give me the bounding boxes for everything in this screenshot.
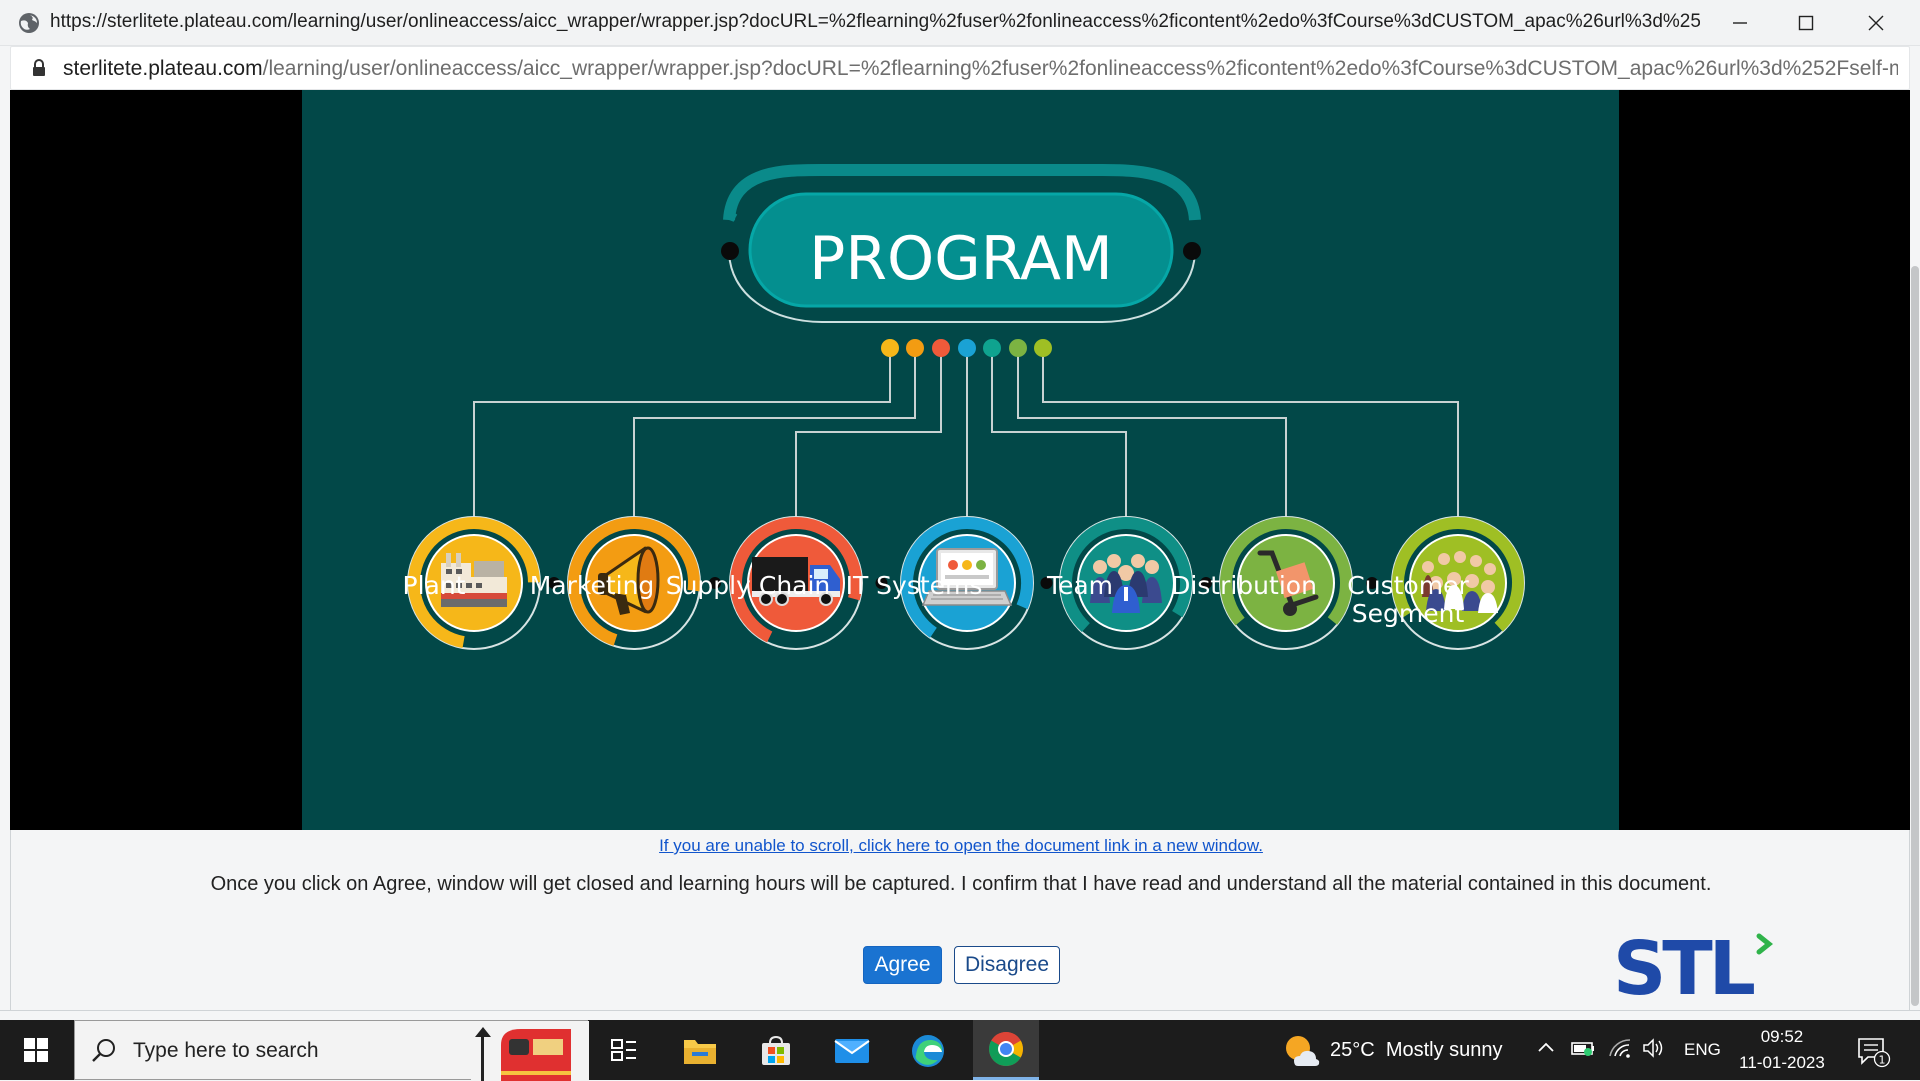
node-label-supply-chain: Supply Chain bbox=[666, 571, 831, 600]
node-label-plant: Plant bbox=[403, 571, 466, 600]
address-bar[interactable]: sterlitete.plateau.com/learning/user/onl… bbox=[10, 46, 1910, 90]
search-highlight-train-icon bbox=[471, 1021, 589, 1081]
program-diagram: PROGRAM Plant Marketing Supply Chain IT … bbox=[403, 164, 1525, 650]
connector-dot bbox=[932, 339, 950, 357]
chrome-icon bbox=[989, 1031, 1023, 1066]
search-icon bbox=[92, 1039, 115, 1062]
taskbar-search-box[interactable]: Type here to search bbox=[74, 1020, 589, 1081]
agree-button[interactable]: Agree bbox=[863, 946, 942, 984]
wifi-icon[interactable] bbox=[1608, 1038, 1632, 1058]
weather-text: 25°C Mostly sunny bbox=[1330, 1039, 1503, 1062]
edge-icon bbox=[912, 1035, 944, 1067]
maximize-icon bbox=[1798, 15, 1814, 31]
store-icon bbox=[762, 1035, 790, 1065]
weather-temperature: 25°C bbox=[1330, 1039, 1375, 1061]
minimize-button[interactable] bbox=[1718, 6, 1762, 40]
connector-dot bbox=[983, 339, 1001, 357]
page-scrollbar[interactable] bbox=[1910, 90, 1920, 1010]
windows-taskbar: Type here to search 25°C Mostly sunny EN… bbox=[0, 1020, 1920, 1081]
maximize-button[interactable] bbox=[1784, 6, 1828, 40]
folder-icon bbox=[684, 1040, 716, 1064]
weather-condition: Mostly sunny bbox=[1385, 1039, 1503, 1061]
taskbar-edge[interactable] bbox=[897, 1026, 959, 1076]
node-label-distribution: Distribution bbox=[1171, 571, 1317, 600]
connector-dot bbox=[1009, 339, 1027, 357]
taskbar-chrome[interactable] bbox=[973, 1020, 1039, 1080]
course-slide: PROGRAM Plant Marketing Supply Chain IT … bbox=[302, 90, 1619, 830]
stl-logo: STL bbox=[1613, 930, 1774, 1000]
taskbar-task-view[interactable] bbox=[593, 1026, 655, 1076]
lock-icon bbox=[33, 59, 45, 76]
disagree-button[interactable]: Disagree bbox=[954, 946, 1060, 984]
minimize-icon bbox=[1733, 22, 1747, 24]
confirmation-text: Once you click on Agree, window will get… bbox=[210, 873, 1712, 895]
connector-dots bbox=[881, 339, 1052, 357]
url-path: /learning/user/onlineaccess/aicc_wrapper… bbox=[262, 57, 1898, 80]
volume-icon[interactable] bbox=[1642, 1038, 1666, 1058]
connector-dot bbox=[881, 339, 899, 357]
taskbar-file-explorer[interactable] bbox=[669, 1026, 731, 1076]
battery-icon[interactable] bbox=[1570, 1038, 1596, 1058]
close-icon bbox=[1868, 15, 1884, 31]
windows-logo-icon bbox=[24, 1038, 48, 1062]
url-host: sterlitete.plateau.com bbox=[63, 57, 263, 80]
scrollbar-thumb[interactable] bbox=[1911, 266, 1919, 1006]
svg-text:STL: STL bbox=[1613, 930, 1755, 1000]
heading-right-dot bbox=[1183, 242, 1201, 260]
taskbar-mail[interactable] bbox=[821, 1026, 883, 1076]
connector-dot bbox=[906, 339, 924, 357]
mail-icon bbox=[834, 1039, 870, 1063]
connector-lines bbox=[473, 350, 1459, 520]
clock-date[interactable]: 11-01-2023 bbox=[1734, 1053, 1830, 1073]
open-document-link[interactable]: If you are unable to scroll, click here … bbox=[11, 836, 1911, 856]
popup-title-bar: https://sterlitete.plateau.com/learning/… bbox=[0, 0, 1920, 46]
taskbar-microsoft-store[interactable] bbox=[745, 1026, 807, 1076]
window-title: https://sterlitete.plateau.com/learning/… bbox=[50, 11, 1700, 32]
node-label-it-systems: IT Systems bbox=[846, 571, 983, 600]
window-bottom-edge bbox=[0, 1010, 1920, 1020]
taskbar-weather[interactable]: 25°C Mostly sunny bbox=[1282, 1034, 1522, 1068]
weather-sun-cloud-icon bbox=[1286, 1036, 1320, 1066]
task-view-icon bbox=[611, 1039, 636, 1061]
start-button[interactable] bbox=[10, 1028, 62, 1072]
notification-count: 1 bbox=[1879, 1054, 1886, 1067]
connector-dot bbox=[1034, 339, 1052, 357]
input-language-indicator[interactable]: ENG bbox=[1684, 1040, 1721, 1060]
address-url[interactable]: sterlitete.plateau.com/learning/user/onl… bbox=[63, 57, 1898, 81]
site-globe-icon bbox=[19, 13, 39, 33]
node-label-segment: Segment bbox=[1352, 599, 1465, 628]
heading-left-dot bbox=[721, 242, 739, 260]
node-label-marketing: Marketing bbox=[530, 571, 655, 600]
close-button[interactable] bbox=[1854, 6, 1898, 40]
notification-center-icon[interactable]: 1 bbox=[1856, 1036, 1892, 1068]
confirmation-panel: If you are unable to scroll, click here … bbox=[10, 830, 1910, 1010]
show-hidden-icons-chevron-icon[interactable] bbox=[1536, 1038, 1556, 1058]
connector-dot bbox=[958, 339, 976, 357]
search-placeholder: Type here to search bbox=[133, 1039, 319, 1062]
document-viewer[interactable]: PROGRAM Plant Marketing Supply Chain IT … bbox=[10, 90, 1910, 830]
slide-heading: PROGRAM bbox=[809, 224, 1113, 294]
node-label-team: Team bbox=[1046, 571, 1113, 600]
clock-time[interactable]: 09:52 bbox=[1736, 1027, 1828, 1047]
node-label-customer: Customer bbox=[1347, 571, 1469, 600]
